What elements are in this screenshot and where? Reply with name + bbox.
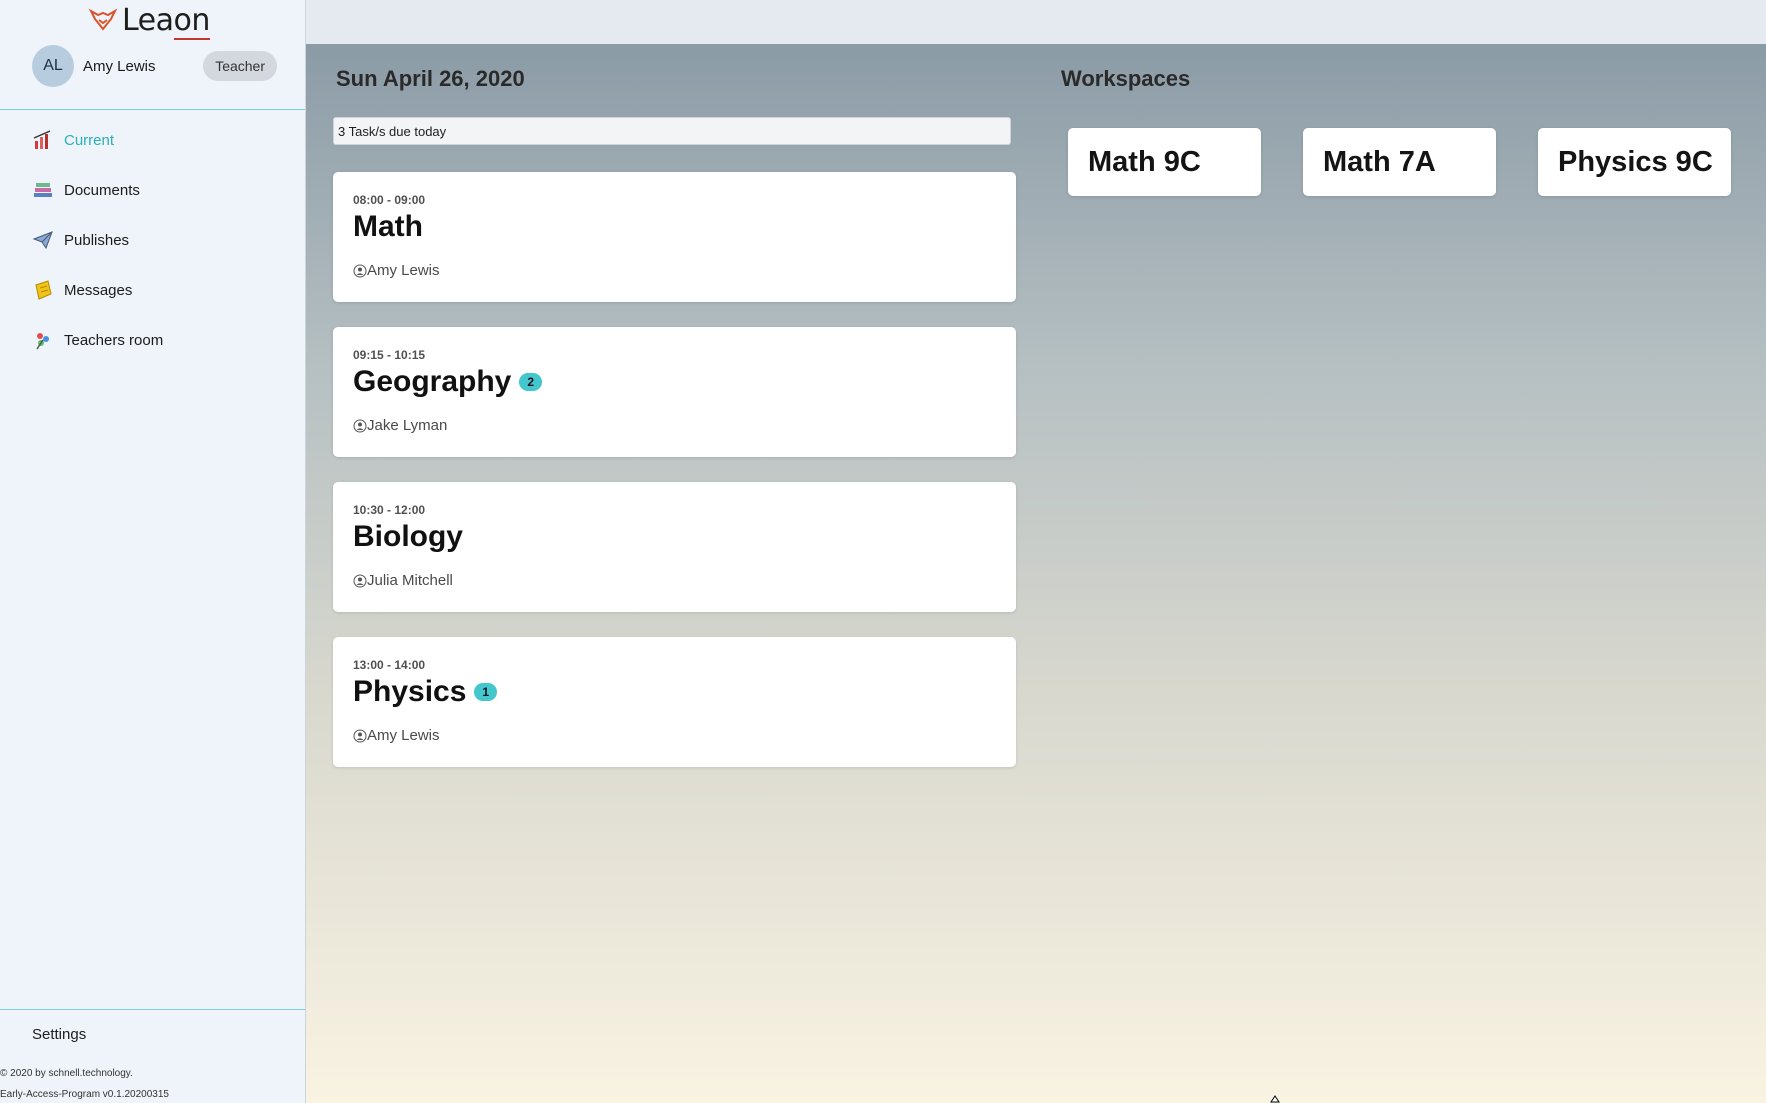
role-badge: Teacher	[203, 51, 277, 81]
lesson-card[interactable]: 08:00 - 09:00 Math Amy Lewis	[333, 172, 1016, 302]
nav-item-teachers-room[interactable]: Teachers room	[0, 315, 305, 365]
version-text: Early-Access-Program v0.1.20200315	[0, 1089, 169, 1100]
note-icon	[35, 280, 52, 300]
lesson-teacher: Jake Lyman	[353, 417, 447, 434]
person-icon	[353, 729, 367, 742]
workspace-card-physics-9c[interactable]: Physics 9C	[1538, 128, 1731, 196]
lesson-subject: Biology	[353, 520, 463, 553]
lesson-card[interactable]: 09:15 - 10:15 Geography 2 Jake Lyman	[333, 327, 1016, 457]
nav-item-label: Teachers room	[64, 331, 164, 349]
nav-item-documents[interactable]: Documents	[0, 165, 305, 215]
lesson-teacher-name: Amy Lewis	[367, 727, 440, 744]
app-logo[interactable]: Leaon	[88, 2, 210, 40]
books-icon	[34, 183, 52, 197]
sidebar: Leaon AL Amy Lewis Teacher Current Docum…	[0, 0, 306, 1103]
workspaces-title: Workspaces	[1061, 66, 1191, 91]
fox-logo-icon	[88, 8, 118, 31]
lesson-subject-row: Math	[353, 210, 423, 244]
sidebar-divider	[0, 109, 305, 110]
nav-item-label: Publishes	[64, 231, 130, 249]
nav-item-label: Current	[64, 131, 115, 149]
workspace-card-math-7a[interactable]: Math 7A	[1303, 128, 1496, 196]
avatar[interactable]: AL	[32, 45, 74, 87]
page-title: Sun April 26, 2020	[336, 66, 525, 91]
main-nav: Current Documents Publishes Messages Tea…	[0, 115, 305, 365]
lesson-time: 13:00 - 14:00	[353, 658, 426, 672]
lesson-subject: Geography	[353, 365, 512, 398]
user-profile: AL Amy Lewis Teacher	[32, 45, 277, 87]
person-icon	[353, 574, 367, 587]
lesson-time: 08:00 - 09:00	[353, 193, 426, 207]
palette-icon	[36, 333, 49, 350]
lesson-card[interactable]: 10:30 - 12:00 Biology Julia Mitchell	[333, 482, 1016, 612]
app-name: Leaon	[122, 2, 210, 40]
lesson-teacher: Amy Lewis	[353, 262, 440, 279]
lesson-teacher-name: Jake Lyman	[367, 417, 448, 434]
lesson-teacher: Julia Mitchell	[353, 572, 453, 589]
nav-item-current[interactable]: Current	[0, 115, 305, 165]
notification-badge: 2	[519, 373, 543, 391]
notification-badge: 1	[474, 683, 498, 701]
tasks-due-bar[interactable]: 3 Task/s due today	[333, 117, 1011, 145]
paper-plane-icon	[32, 231, 53, 250]
copyright-text: © 2020 by schnell.technology.	[0, 1068, 133, 1079]
lesson-teacher-name: Julia Mitchell	[367, 572, 453, 589]
nav-item-label: Messages	[64, 281, 133, 299]
user-name: Amy Lewis	[83, 57, 156, 75]
nav-item-publishes[interactable]: Publishes	[0, 215, 305, 265]
lesson-subject-row: Biology	[353, 520, 463, 554]
lesson-card[interactable]: 13:00 - 14:00 Physics 1 Amy Lewis	[333, 637, 1016, 767]
main-content: Sun April 26, 2020 3 Task/s due today 08…	[306, 44, 1766, 1103]
top-bar	[306, 0, 1766, 45]
nav-item-label: Documents	[64, 181, 140, 199]
chart-icon	[33, 130, 51, 149]
mouse-cursor-icon	[1270, 1095, 1280, 1103]
settings-link[interactable]: Settings	[32, 1026, 86, 1043]
lesson-teacher: Amy Lewis	[353, 727, 440, 744]
lesson-teacher-name: Amy Lewis	[367, 262, 440, 279]
person-icon	[353, 264, 367, 277]
workspace-card-math-9c[interactable]: Math 9C	[1068, 128, 1261, 196]
lesson-time: 10:30 - 12:00	[353, 503, 426, 517]
nav-item-messages[interactable]: Messages	[0, 265, 305, 315]
lesson-subject-row: Physics 1	[353, 675, 498, 709]
person-icon	[353, 419, 367, 432]
lesson-subject: Math	[353, 210, 423, 243]
lesson-subject-row: Geography 2	[353, 365, 543, 399]
lesson-time: 09:15 - 10:15	[353, 348, 426, 362]
sidebar-divider	[0, 1009, 305, 1010]
lesson-subject: Physics	[353, 675, 467, 708]
